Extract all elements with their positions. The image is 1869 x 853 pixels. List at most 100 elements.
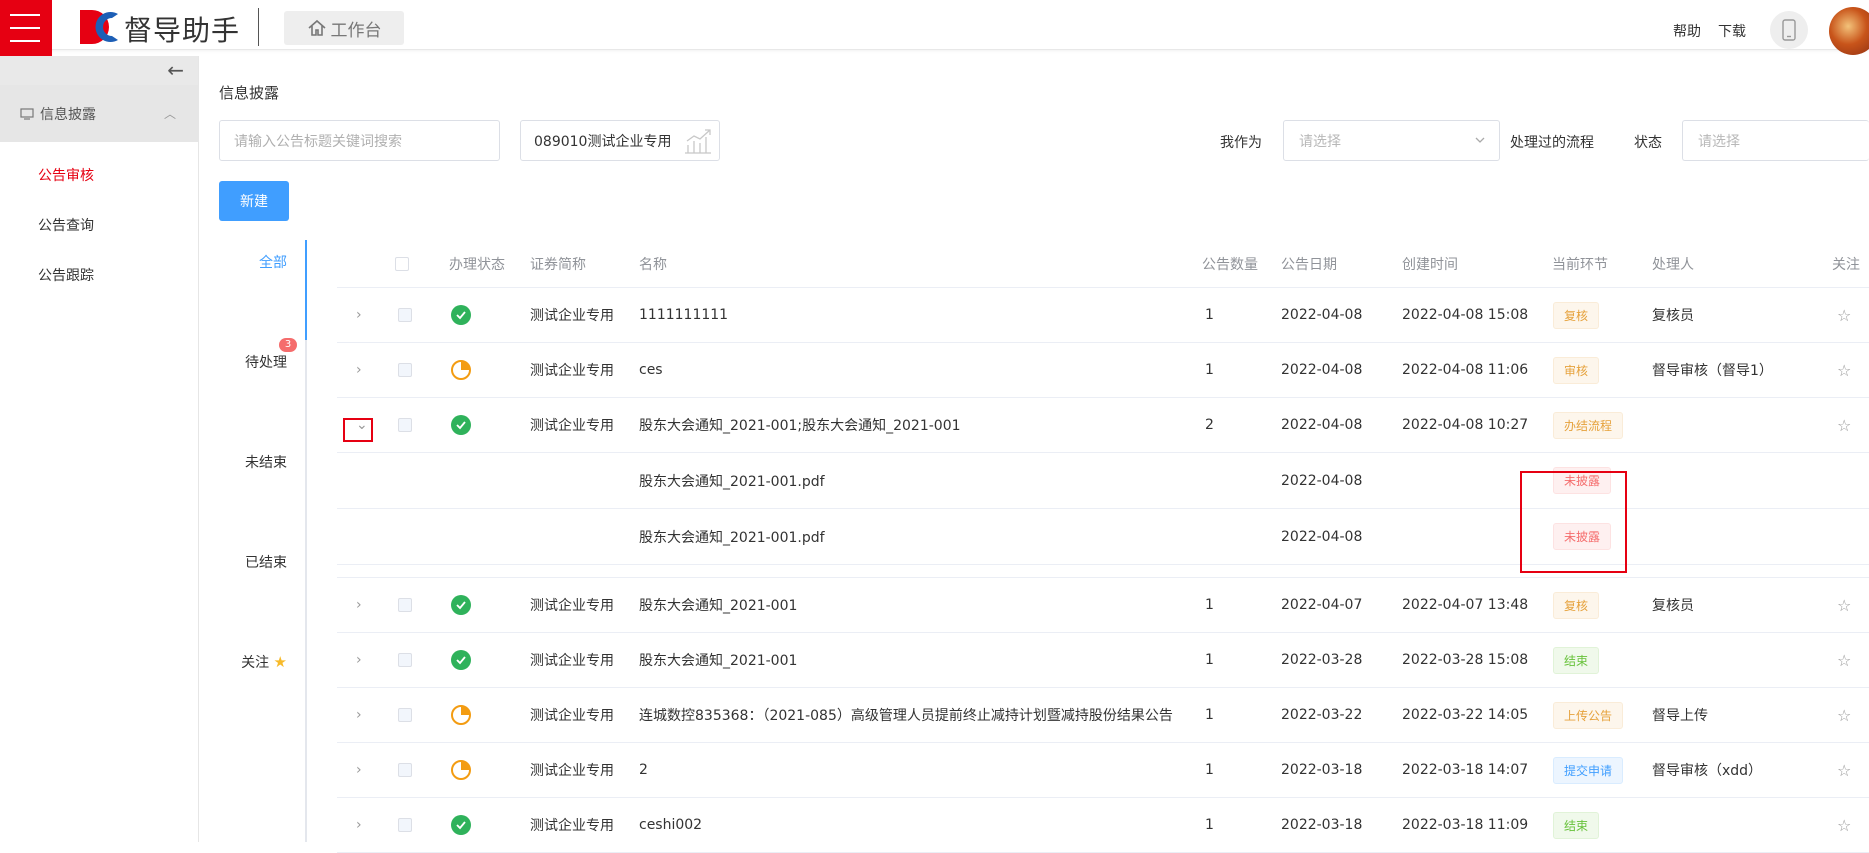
star-outline-icon[interactable]: ☆ xyxy=(1837,361,1851,380)
workbench-button[interactable]: 工作台 xyxy=(284,11,404,45)
star-outline-icon[interactable]: ☆ xyxy=(1837,816,1851,835)
cell-security: 测试企业专用 xyxy=(530,708,614,724)
cell-created: 2022-03-22 14:05 xyxy=(1402,707,1529,723)
chevron-right-icon[interactable]: › xyxy=(356,362,362,378)
stage-tag: 结束 xyxy=(1553,646,1600,674)
cell-created: 2022-04-08 11:06 xyxy=(1402,362,1529,378)
tab-pending-label: 待处理 xyxy=(245,355,287,371)
cell-handler: 复核员 xyxy=(1652,308,1694,324)
sidebar-group-info-disclosure[interactable]: 信息披露 ︿ xyxy=(0,85,198,142)
chevron-down-icon xyxy=(1475,137,1485,143)
role-select[interactable]: 请选择 xyxy=(1283,120,1500,161)
sub-cell-name[interactable]: 股东大会通知_2021-001.pdf xyxy=(639,509,825,564)
cell-name[interactable]: 1111111111 xyxy=(639,288,728,342)
cell-date: 2022-04-08 xyxy=(1281,417,1363,433)
monitor-icon xyxy=(20,107,34,120)
highlight-expand-toggle xyxy=(343,418,373,442)
cell-count: 1 xyxy=(1205,307,1214,323)
cell-name[interactable]: 股东大会通知_2021-001;股东大会通知_2021-001 xyxy=(639,398,961,452)
chart-icon[interactable] xyxy=(683,127,713,155)
table-row[interactable]: › 测试企业专用 ceshi002 1 2022-03-18 2022-03-18 11:… xyxy=(337,798,1869,853)
in-progress-icon xyxy=(451,705,471,725)
sidebar-collapse[interactable]: ← xyxy=(0,56,198,85)
row-checkbox[interactable] xyxy=(398,818,412,832)
hamburger-menu-icon[interactable] xyxy=(0,0,52,56)
row-checkbox[interactable] xyxy=(398,763,412,777)
cell-handler: 督导审核（xdd） xyxy=(1652,763,1763,779)
row-checkbox[interactable] xyxy=(398,653,412,667)
cell-name[interactable]: 2 xyxy=(639,743,648,797)
cell-name[interactable]: 股东大会通知_2021-001 xyxy=(639,578,797,632)
table-row[interactable]: › 测试企业专用 连城数控835368：（2021-085）高级管理人员提前终止减持… xyxy=(337,688,1869,743)
chevron-right-icon[interactable]: › xyxy=(356,652,362,668)
chevron-right-icon[interactable]: › xyxy=(356,597,362,613)
table-row[interactable]: › 测试企业专用 1111111111 1 2022-04-08 2022-04-08 1… xyxy=(337,288,1869,343)
table-row[interactable]: ⌄ 测试企业专用 股东大会通知_2021-001;股东大会通知_2021-001 2 2… xyxy=(337,398,1869,453)
row-checkbox[interactable] xyxy=(398,708,412,722)
help-link[interactable]: 帮助 xyxy=(1673,21,1701,41)
cell-name[interactable]: ces xyxy=(639,343,663,397)
avatar[interactable] xyxy=(1829,7,1869,55)
table-row[interactable]: › 测试企业专用 股东大会通知_2021-001 1 2022-03-28 2022-03… xyxy=(337,633,1869,688)
row-checkbox[interactable] xyxy=(398,363,412,377)
cell-count: 1 xyxy=(1205,652,1214,668)
cell-security: 测试企业专用 xyxy=(530,818,614,834)
cell-name[interactable]: ceshi002 xyxy=(639,798,702,852)
row-checkbox[interactable] xyxy=(398,308,412,322)
cell-name[interactable]: 股东大会通知_2021-001 xyxy=(639,633,797,687)
cell-security: 测试企业专用 xyxy=(530,363,614,379)
mobile-button[interactable] xyxy=(1770,11,1808,49)
chevron-right-icon[interactable]: › xyxy=(356,307,362,323)
processed-label: 处理过的流程 xyxy=(1510,135,1594,151)
star-outline-icon[interactable]: ☆ xyxy=(1837,416,1851,435)
download-link[interactable]: 下载 xyxy=(1718,21,1746,41)
chevron-right-icon[interactable]: › xyxy=(356,707,362,723)
col-created: 创建时间 xyxy=(1402,256,1458,273)
cell-name[interactable]: 连城数控835368：（2021-085）高级管理人员提前终止减持计划暨减持股份… xyxy=(639,688,1173,742)
sidebar-item-review[interactable]: 公告审核 xyxy=(0,150,198,200)
new-button[interactable]: 新建 xyxy=(219,181,289,221)
tab-follow[interactable]: 关注 ★ xyxy=(241,652,287,672)
star-outline-icon[interactable]: ☆ xyxy=(1837,761,1851,780)
sidebar: ← 信息披露 ︿ 公告审核 公告查询 公告跟踪 xyxy=(0,56,199,842)
star-outline-icon[interactable]: ☆ xyxy=(1837,706,1851,725)
tab-unfinished[interactable]: 未结束 xyxy=(245,452,287,472)
col-status: 办理状态 xyxy=(449,256,505,273)
cell-handler: 复核员 xyxy=(1652,598,1694,614)
table-row[interactable]: › 测试企业专用 股东大会通知_2021-001 1 2022-04-07 2022-04… xyxy=(337,578,1869,633)
workbench-label: 工作台 xyxy=(330,20,382,41)
star-outline-icon[interactable]: ☆ xyxy=(1837,306,1851,325)
star-outline-icon[interactable]: ☆ xyxy=(1837,596,1851,615)
arrow-left-icon[interactable]: ← xyxy=(167,60,184,80)
tab-finished[interactable]: 已结束 xyxy=(245,552,287,572)
cell-count: 1 xyxy=(1205,707,1214,723)
role-placeholder: 请选择 xyxy=(1299,133,1341,150)
stage-tag: 复核 xyxy=(1553,301,1600,329)
sub-cell-name[interactable]: 股东大会通知_2021-001.pdf xyxy=(639,453,825,508)
table-row[interactable]: › 测试企业专用 ces 1 2022-04-08 2022-04-08 11:06 审核 督… xyxy=(337,343,1869,398)
sidebar-item-track[interactable]: 公告跟踪 xyxy=(0,250,198,300)
chevron-right-icon[interactable]: › xyxy=(356,762,362,778)
check-circle-icon xyxy=(451,415,471,435)
check-circle-icon xyxy=(451,305,471,325)
row-checkbox[interactable] xyxy=(398,418,412,432)
col-count: 公告数量 xyxy=(1202,256,1258,273)
chevron-right-icon[interactable]: › xyxy=(356,817,362,833)
company-select[interactable]: 089010测试企业专用 xyxy=(520,120,720,161)
highlight-undisclosed-tags xyxy=(1520,471,1627,573)
brand-name: 督导助手 xyxy=(124,14,241,47)
tab-pending[interactable]: 待处理 3 xyxy=(245,338,297,372)
select-all-checkbox[interactable] xyxy=(395,256,409,271)
stage-tag: 上传公告 xyxy=(1553,701,1624,729)
sidebar-item-query[interactable]: 公告查询 xyxy=(0,200,198,250)
search-input[interactable]: 请输入公告标题关键词搜索 xyxy=(219,120,500,161)
row-checkbox[interactable] xyxy=(398,598,412,612)
status-select[interactable]: 请选择 xyxy=(1682,120,1869,161)
star-outline-icon[interactable]: ☆ xyxy=(1837,651,1851,670)
col-date: 公告日期 xyxy=(1281,256,1337,273)
tab-all[interactable]: 全部 xyxy=(259,252,287,272)
search-placeholder: 请输入公告标题关键词搜索 xyxy=(234,133,402,150)
table-row[interactable]: › 测试企业专用 2 1 2022-03-18 2022-03-18 14:07 提交申请 督… xyxy=(337,743,1869,798)
cell-created: 2022-03-18 11:09 xyxy=(1402,817,1529,833)
cell-security: 测试企业专用 xyxy=(530,598,614,614)
